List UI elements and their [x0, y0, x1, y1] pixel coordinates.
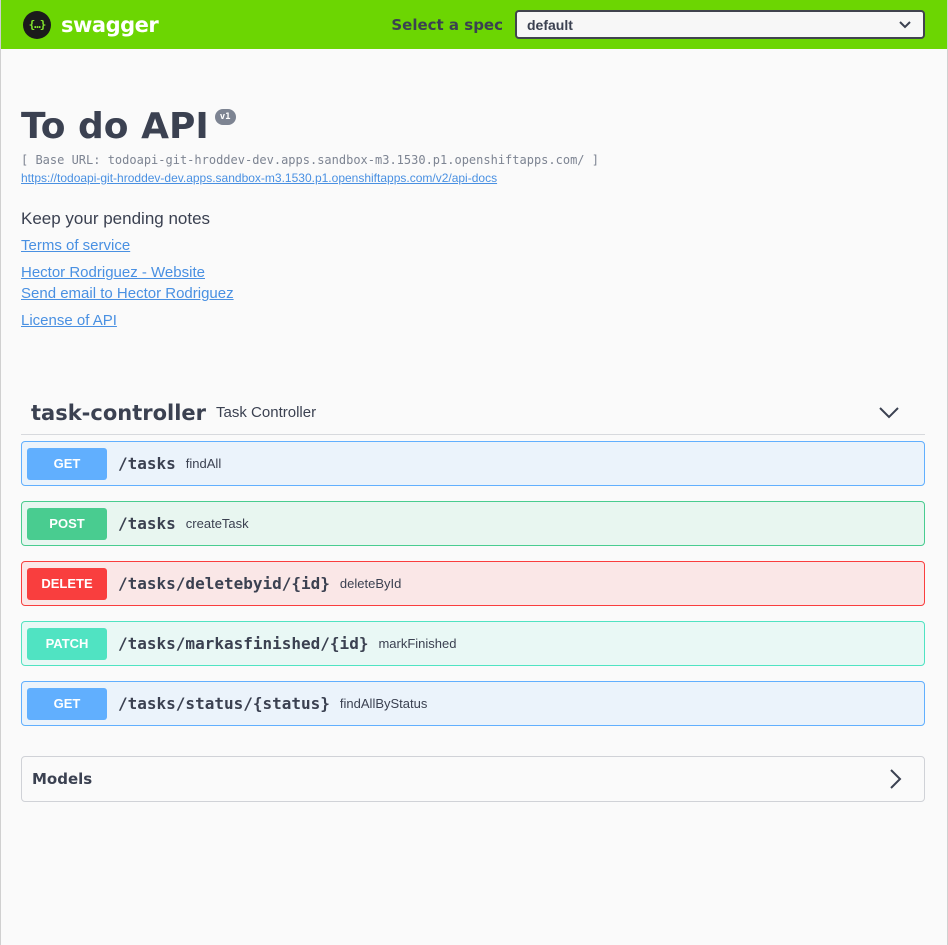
swagger-logo-icon: {…} [23, 10, 51, 39]
operation-path: /tasks/markasfinished/{id} [118, 634, 369, 653]
spec-label: Select a spec [391, 15, 503, 34]
tag-header-task-controller[interactable]: task-controller Task Controller [21, 391, 925, 435]
operation-summary: createTask [185, 516, 249, 531]
api-description: Keep your pending notes [21, 209, 211, 228]
spec-select[interactable]: default [515, 10, 925, 39]
chevron-right-icon[interactable] [890, 769, 902, 789]
method-badge: PATCH [27, 627, 107, 660]
swagger-logo-text: swagger [61, 12, 159, 37]
operation-patch-mark-finished[interactable]: PATCH /tasks/markasfinished/{id} markFin… [21, 621, 925, 666]
operation-get-tasks[interactable]: GET /tasks findAll [21, 441, 925, 486]
operation-summary: findAllByStatus [339, 696, 428, 711]
operation-path: /tasks/deletebyid/{id} [118, 574, 330, 593]
operations-list: GET /tasks findAll POST /tasks createTas… [21, 441, 925, 726]
license-link[interactable]: License of API [21, 312, 927, 329]
contact-website-link[interactable]: Hector Rodriguez - Website [21, 264, 927, 281]
operation-summary: findAll [185, 456, 222, 471]
tag-description: Task Controller [216, 404, 317, 421]
operation-path: /tasks/status/{status} [118, 694, 330, 713]
spec-select-value: default [527, 16, 573, 33]
method-badge: GET [27, 687, 107, 720]
contact-email-link[interactable]: Send email to Hector Rodriguez [21, 285, 927, 302]
swagger-logo[interactable]: {…} swagger [23, 10, 159, 39]
tag-name: task-controller [31, 400, 207, 425]
base-url: [ Base URL: todoapi-git-hroddev-dev.apps… [21, 153, 599, 167]
spec-selector: Select a spec default [391, 10, 925, 39]
chevron-down-icon [899, 20, 911, 28]
page-title: To do API [21, 106, 209, 147]
version-badge: v1 [214, 109, 236, 125]
title-row: To do API v1 [21, 105, 927, 149]
operation-summary: deleteById [339, 576, 402, 591]
method-badge: POST [27, 507, 107, 540]
models-title: Models [32, 770, 93, 788]
operation-get-tasks-by-status[interactable]: GET /tasks/status/{status} findAllByStat… [21, 681, 925, 726]
method-badge: GET [27, 447, 107, 480]
api-docs-link[interactable]: https://todoapi-git-hroddev-dev.apps.san… [21, 171, 497, 185]
terms-of-service-link[interactable]: Terms of service [21, 237, 927, 254]
method-badge: DELETE [27, 567, 107, 600]
topbar: {…} swagger Select a spec default [1, 0, 947, 49]
chevron-down-icon[interactable] [879, 406, 899, 419]
operation-summary: markFinished [378, 636, 457, 651]
operation-path: /tasks [118, 454, 176, 473]
operation-post-tasks[interactable]: POST /tasks createTask [21, 501, 925, 546]
operation-path: /tasks [118, 514, 176, 533]
models-section[interactable]: Models [21, 756, 925, 802]
api-info: To do API v1 [ Base URL: todoapi-git-hro… [1, 49, 947, 329]
operation-delete-task[interactable]: DELETE /tasks/deletebyid/{id} deleteById [21, 561, 925, 606]
